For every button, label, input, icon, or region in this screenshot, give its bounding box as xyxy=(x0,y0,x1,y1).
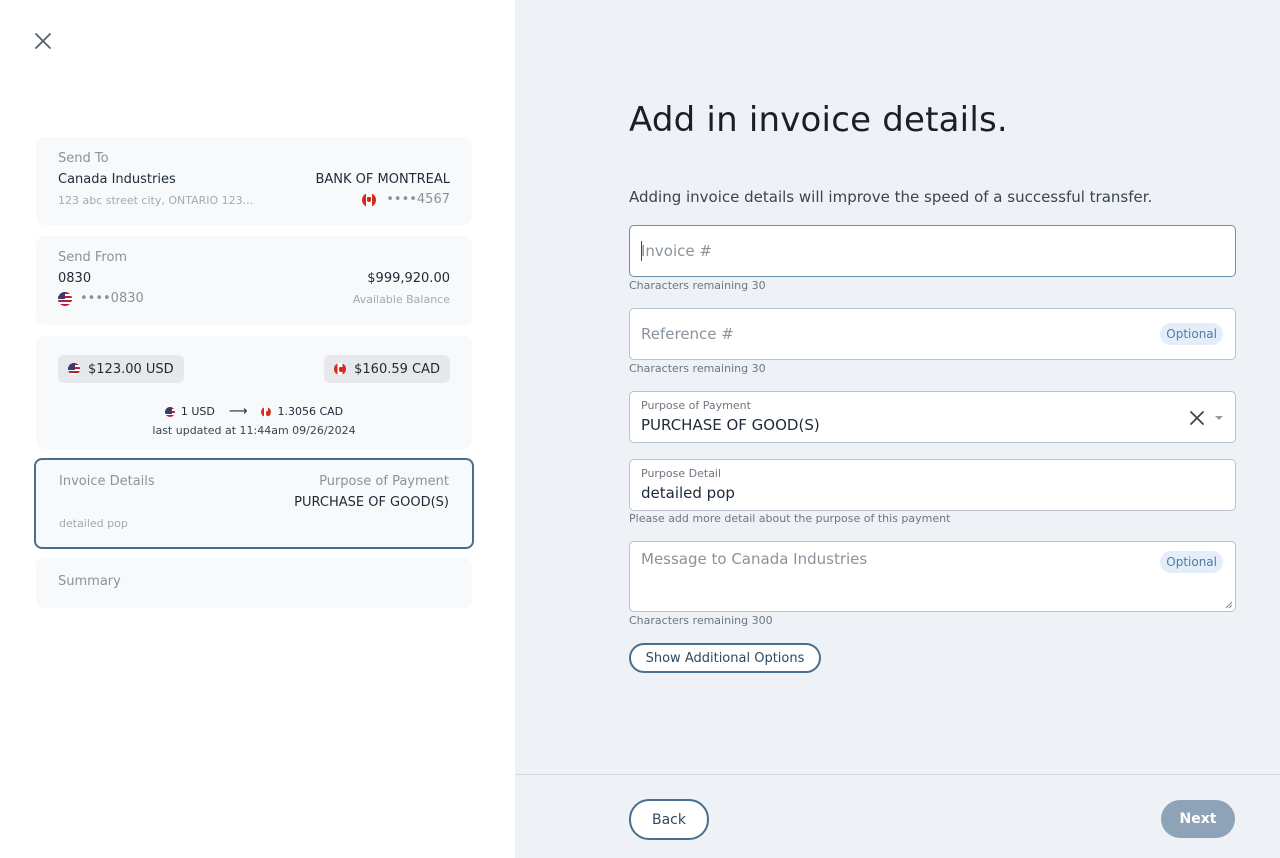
summary-card[interactable]: Summary xyxy=(36,558,472,608)
canada-flag-icon xyxy=(261,406,272,417)
clear-icon[interactable] xyxy=(1189,410,1205,426)
recipient-account: ••••4567 xyxy=(386,192,450,207)
invoice-number-placeholder: Invoice # xyxy=(641,242,712,260)
next-button[interactable]: Next xyxy=(1161,800,1235,838)
purpose-of-payment-label: Purpose of Payment xyxy=(641,399,751,412)
reference-number-placeholder: Reference # xyxy=(641,325,734,343)
optional-badge: Optional xyxy=(1160,323,1223,345)
invoice-number-input[interactable]: Invoice # xyxy=(629,225,1236,277)
arrow-right-icon: ⟶ xyxy=(228,404,248,419)
summary-label: Summary xyxy=(58,574,121,589)
invoice-detail-text: detailed pop xyxy=(59,517,128,530)
invoice-form-panel: Add in invoice details. Adding invoice d… xyxy=(515,0,1280,858)
us-flag-icon xyxy=(58,291,72,306)
send-from-card: Send From 0830 ••••0830 $999,920.00 Avai… xyxy=(36,236,472,325)
invoice-number-helper: Characters remaining 30 xyxy=(629,279,766,292)
resize-handle-icon[interactable] xyxy=(1225,601,1233,609)
purpose-value: PURCHASE OF GOOD(S) xyxy=(294,495,449,510)
send-to-card: Send To Canada Industries 123 abc street… xyxy=(36,137,472,225)
recipient-name: Canada Industries xyxy=(58,172,176,187)
message-placeholder: Message to Canada Industries xyxy=(641,550,868,568)
purpose-label: Purpose of Payment xyxy=(319,474,449,489)
rate-to: 1.3056 CAD xyxy=(277,405,344,418)
receive-amount: $160.59 CAD xyxy=(354,361,440,377)
rate-from: 1 USD xyxy=(180,405,215,418)
page-subtitle: Adding invoice details will improve the … xyxy=(629,188,1153,206)
optional-badge: Optional xyxy=(1160,551,1223,573)
canada-flag-icon xyxy=(362,192,377,207)
page-title: Add in invoice details. xyxy=(629,100,1008,140)
exchange-rate: 1 USD ⟶ 1.3056 CAD xyxy=(36,404,472,419)
purpose-detail-value: detailed pop xyxy=(641,484,735,502)
purpose-detail-input[interactable]: Purpose Detail detailed pop xyxy=(629,459,1236,511)
rate-updated: last updated at 11:44am 09/26/2024 xyxy=(152,424,356,437)
recipient-address: 123 abc street city, ONTARIO 123... xyxy=(58,194,254,207)
show-additional-options-button[interactable]: Show Additional Options xyxy=(629,643,821,673)
send-from-label: Send From xyxy=(58,250,128,265)
us-flag-icon xyxy=(164,406,175,417)
send-amount-pill: $123.00 USD xyxy=(58,355,184,383)
recipient-bank: BANK OF MONTREAL xyxy=(315,172,450,187)
sender-account: ••••0830 xyxy=(80,291,144,306)
available-balance-amount: $999,920.00 xyxy=(367,271,450,286)
send-amount: $123.00 USD xyxy=(88,361,174,377)
us-flag-icon xyxy=(68,363,80,375)
purpose-of-payment-select[interactable]: Purpose of Payment PURCHASE OF GOOD(S) xyxy=(629,391,1236,443)
invoice-details-label: Invoice Details xyxy=(59,474,155,489)
sender-account-name: 0830 xyxy=(58,271,92,286)
message-textarea[interactable]: Message to Canada Industries Optional xyxy=(629,541,1236,612)
conversion-card: $123.00 USD $160.59 CAD 1 USD ⟶ 1.3056 C… xyxy=(36,336,472,449)
purpose-detail-label: Purpose Detail xyxy=(641,467,722,480)
chevron-down-icon[interactable] xyxy=(1213,414,1225,422)
transfer-summary-panel: Send To Canada Industries 123 abc street… xyxy=(0,0,515,858)
canada-flag-icon xyxy=(334,363,347,375)
close-icon[interactable] xyxy=(32,30,54,52)
purpose-of-payment-value: PURCHASE OF GOOD(S) xyxy=(641,416,820,434)
send-to-label: Send To xyxy=(58,151,109,166)
available-balance-label: Available Balance xyxy=(352,293,450,306)
receive-amount-pill: $160.59 CAD xyxy=(324,355,450,383)
purpose-detail-helper: Please add more detail about the purpose… xyxy=(629,512,951,525)
back-button[interactable]: Back xyxy=(629,799,709,840)
invoice-details-card[interactable]: Invoice Details detailed pop Purpose of … xyxy=(34,458,474,549)
form-footer: Back Next xyxy=(515,774,1280,858)
reference-number-input[interactable]: Reference # Optional xyxy=(629,308,1236,360)
sender-account-row: ••••0830 xyxy=(58,291,144,306)
recipient-account-row: ••••4567 xyxy=(362,192,450,207)
reference-number-helper: Characters remaining 30 xyxy=(629,362,766,375)
message-helper: Characters remaining 300 xyxy=(629,614,773,627)
